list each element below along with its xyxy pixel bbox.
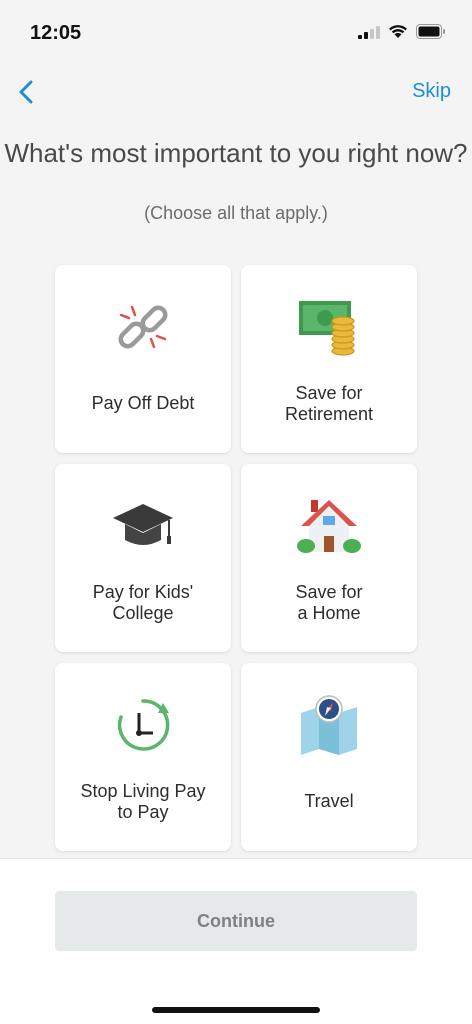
nav-bar: Skip: [0, 72, 472, 112]
page-title: What's most important to you right now?: [4, 138, 468, 168]
option-label: Save for Retirement: [284, 383, 374, 424]
status-time: 12:05: [30, 22, 82, 44]
option-card-save-for-a-home[interactable]: Save for a Home: [241, 464, 417, 652]
option-card-save-for-retirement[interactable]: Save for Retirement: [241, 265, 417, 453]
goal-options-grid: Pay Off Debt Save for Retirement Pay for…: [55, 265, 417, 851]
continue-button[interactable]: Continue: [55, 891, 417, 951]
cellular-signal-icon: [358, 25, 380, 39]
chevron-left-icon: [19, 80, 33, 104]
option-label: Pay Off Debt: [91, 393, 195, 413]
option-card-travel[interactable]: Travel: [241, 663, 417, 851]
map-compass-icon: [294, 693, 364, 757]
option-label: Save for a Home: [295, 582, 363, 623]
page-subtitle: (Choose all that apply.): [144, 203, 328, 223]
option-label: Stop Living Pay to Pay: [80, 781, 206, 822]
option-label: Pay for Kids' College: [92, 582, 194, 623]
battery-icon: [416, 24, 445, 39]
graduation-cap-icon: [108, 494, 178, 558]
status-bar: 12:05: [0, 0, 472, 64]
skip-button[interactable]: Skip: [412, 80, 451, 103]
bottom-panel: Continue: [0, 858, 472, 1024]
option-card-pay-for-kids-college[interactable]: Pay for Kids' College: [55, 464, 231, 652]
option-label: Travel: [304, 791, 354, 811]
house-icon: [294, 494, 364, 558]
money-coins-icon: [294, 295, 364, 359]
wifi-icon: [389, 25, 407, 38]
option-card-stop-living-pay-to-pay[interactable]: Stop Living Pay to Pay: [55, 663, 231, 851]
back-button[interactable]: [8, 72, 44, 112]
broken-chain-icon: [108, 295, 178, 359]
option-card-pay-off-debt[interactable]: Pay Off Debt: [55, 265, 231, 453]
status-icons: [358, 24, 446, 39]
home-indicator: [152, 1007, 320, 1013]
clock-icon: [108, 693, 178, 757]
